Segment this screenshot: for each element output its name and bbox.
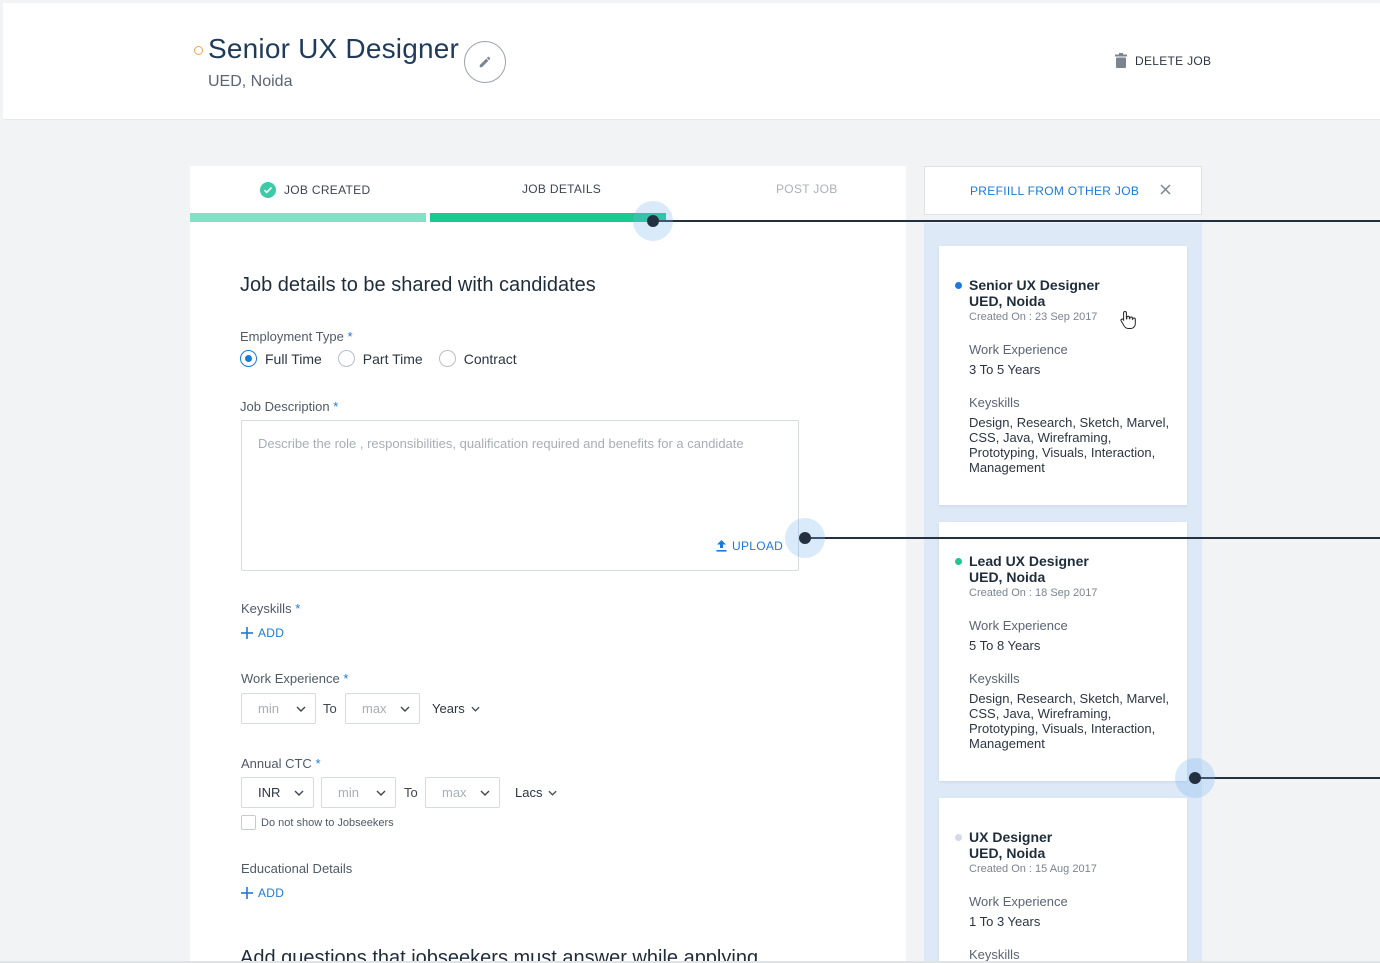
radio-button[interactable] <box>337 350 355 367</box>
job-status-dot <box>955 558 962 565</box>
chevron-down-icon <box>294 790 304 796</box>
check-circle-icon <box>260 182 276 198</box>
progress-bar-step-2 <box>430 213 666 222</box>
annotation-line <box>653 220 1380 222</box>
add-education-button[interactable]: ADD <box>241 886 284 900</box>
chevron-down-icon <box>400 706 410 712</box>
step-post-job[interactable]: POST JOB <box>776 182 838 196</box>
job-card-experience: 3 To 5 Years <box>969 362 1041 377</box>
job-card-title: Lead UX Designer <box>969 553 1089 569</box>
chevron-down-icon <box>296 706 306 712</box>
job-card-created: Created On : 23 Sep 2017 <box>969 311 1098 323</box>
section-title: Job details to be shared with candidates <box>240 274 596 296</box>
delete-job-button[interactable]: DELETE JOB <box>1115 53 1211 68</box>
job-card-keyskills-label: Keyskills <box>969 395 1020 410</box>
radio-button[interactable] <box>240 350 257 367</box>
radio-full-time[interactable]: Full Time <box>240 350 322 367</box>
page-subtitle: UED, Noida <box>208 73 293 90</box>
job-status-dot <box>194 46 203 55</box>
trash-icon <box>1115 53 1127 68</box>
prefill-header: PREFIILL FROM OTHER JOB <box>924 166 1202 215</box>
job-card-experience: 1 To 3 Years <box>969 914 1041 929</box>
ctc-max-select[interactable]: max <box>425 777 500 808</box>
ctc-min-select[interactable]: min <box>321 777 396 808</box>
job-card-experience-label: Work Experience <box>969 618 1068 633</box>
page-header: Senior UX Designer UED, Noida DELETE JOB <box>3 3 1380 120</box>
annotation-line <box>805 537 1380 539</box>
page-title: Senior UX Designer <box>208 33 460 64</box>
radio-part-time[interactable]: Part Time <box>337 350 423 367</box>
job-card-experience-label: Work Experience <box>969 342 1068 357</box>
step-job-details[interactable]: JOB DETAILS <box>522 182 601 196</box>
employment-type-label: Employment Type * <box>240 329 353 344</box>
job-description-label: Job Description * <box>240 399 339 414</box>
step-label: JOB CREATED <box>284 183 371 197</box>
hide-ctc-checkbox[interactable] <box>241 815 256 830</box>
job-details-card: JOB CREATED JOB DETAILS POST JOB Job det… <box>190 166 906 963</box>
currency-select[interactable]: INR <box>241 777 314 808</box>
add-keyskills-button[interactable]: ADD <box>241 626 284 640</box>
work-experience-label: Work Experience * <box>241 671 349 686</box>
hide-ctc-option[interactable]: Do not show to Jobseekers <box>241 815 394 830</box>
prefill-job-card[interactable]: Lead UX Designer UED, Noida Created On :… <box>939 522 1187 781</box>
step-label: POST JOB <box>776 182 838 196</box>
experience-max-select[interactable]: max <box>345 693 420 724</box>
job-card-title: Senior UX Designer <box>969 277 1100 293</box>
job-card-keyskills: Design, Research, Sketch, Marvel, CSS, J… <box>969 415 1170 475</box>
chevron-down-icon <box>480 790 490 796</box>
plus-icon <box>241 627 253 639</box>
prefill-job-card[interactable]: UX Designer UED, Noida Created On : 15 A… <box>939 798 1187 963</box>
job-card-keyskills-label: Keyskills <box>969 947 1020 962</box>
job-card-created: Created On : 18 Sep 2017 <box>969 587 1098 599</box>
job-card-created: Created On : 15 Aug 2017 <box>969 863 1097 875</box>
upload-button[interactable]: UPLOAD <box>716 539 783 553</box>
annotation-dot <box>1189 772 1201 784</box>
step-label: JOB DETAILS <box>522 182 602 196</box>
annotation-line <box>1195 777 1380 779</box>
experience-to-label: To <box>323 701 337 716</box>
progress-stepper: JOB CREATED JOB DETAILS POST JOB <box>190 166 906 223</box>
annotation-dot <box>647 215 659 227</box>
experience-min-select[interactable]: min <box>241 693 316 724</box>
progress-bar-step-1 <box>190 213 426 222</box>
chevron-down-icon <box>548 790 558 796</box>
job-card-location: UED, Noida <box>969 293 1046 309</box>
hand-cursor-icon <box>1120 310 1136 329</box>
job-card-location: UED, Noida <box>969 569 1046 585</box>
edit-title-button[interactable] <box>464 41 506 83</box>
ctc-to-label: To <box>404 785 418 800</box>
delete-job-label: DELETE JOB <box>1135 53 1212 68</box>
job-status-dot <box>955 282 962 289</box>
job-card-keyskills: Design, Research, Sketch, Marvel, CSS, J… <box>969 691 1170 751</box>
prefill-header-label: PREFIILL FROM OTHER JOB <box>970 183 1140 198</box>
close-icon[interactable] <box>1160 184 1171 198</box>
radio-button[interactable] <box>438 350 456 367</box>
job-status-dot <box>955 834 962 841</box>
annual-ctc-label: Annual CTC * <box>241 756 321 771</box>
job-card-location: UED, Noida <box>969 845 1046 861</box>
job-card-title: UX Designer <box>969 829 1053 845</box>
job-card-experience-label: Work Experience <box>969 894 1068 909</box>
prefill-job-card[interactable]: Senior UX Designer UED, Noida Created On… <box>939 246 1187 505</box>
experience-unit-dropdown[interactable]: Years <box>432 701 480 716</box>
keyskills-label: Keyskills * <box>241 601 301 616</box>
job-card-experience: 5 To 8 Years <box>969 638 1041 653</box>
pencil-icon <box>479 56 491 68</box>
plus-icon <box>241 887 253 899</box>
chevron-down-icon <box>471 706 480 712</box>
upload-icon <box>716 540 727 552</box>
radio-contract[interactable]: Contract <box>438 350 517 367</box>
employment-type-radio-group: Full Time Part Time Contract <box>240 350 533 367</box>
educational-details-label: Educational Details <box>241 861 353 876</box>
step-job-created[interactable]: JOB CREATED <box>260 182 370 198</box>
ctc-unit-dropdown[interactable]: Lacs <box>515 785 558 800</box>
job-card-keyskills-label: Keyskills <box>969 671 1020 686</box>
chevron-down-icon <box>376 790 386 796</box>
annotation-dot <box>799 532 811 544</box>
